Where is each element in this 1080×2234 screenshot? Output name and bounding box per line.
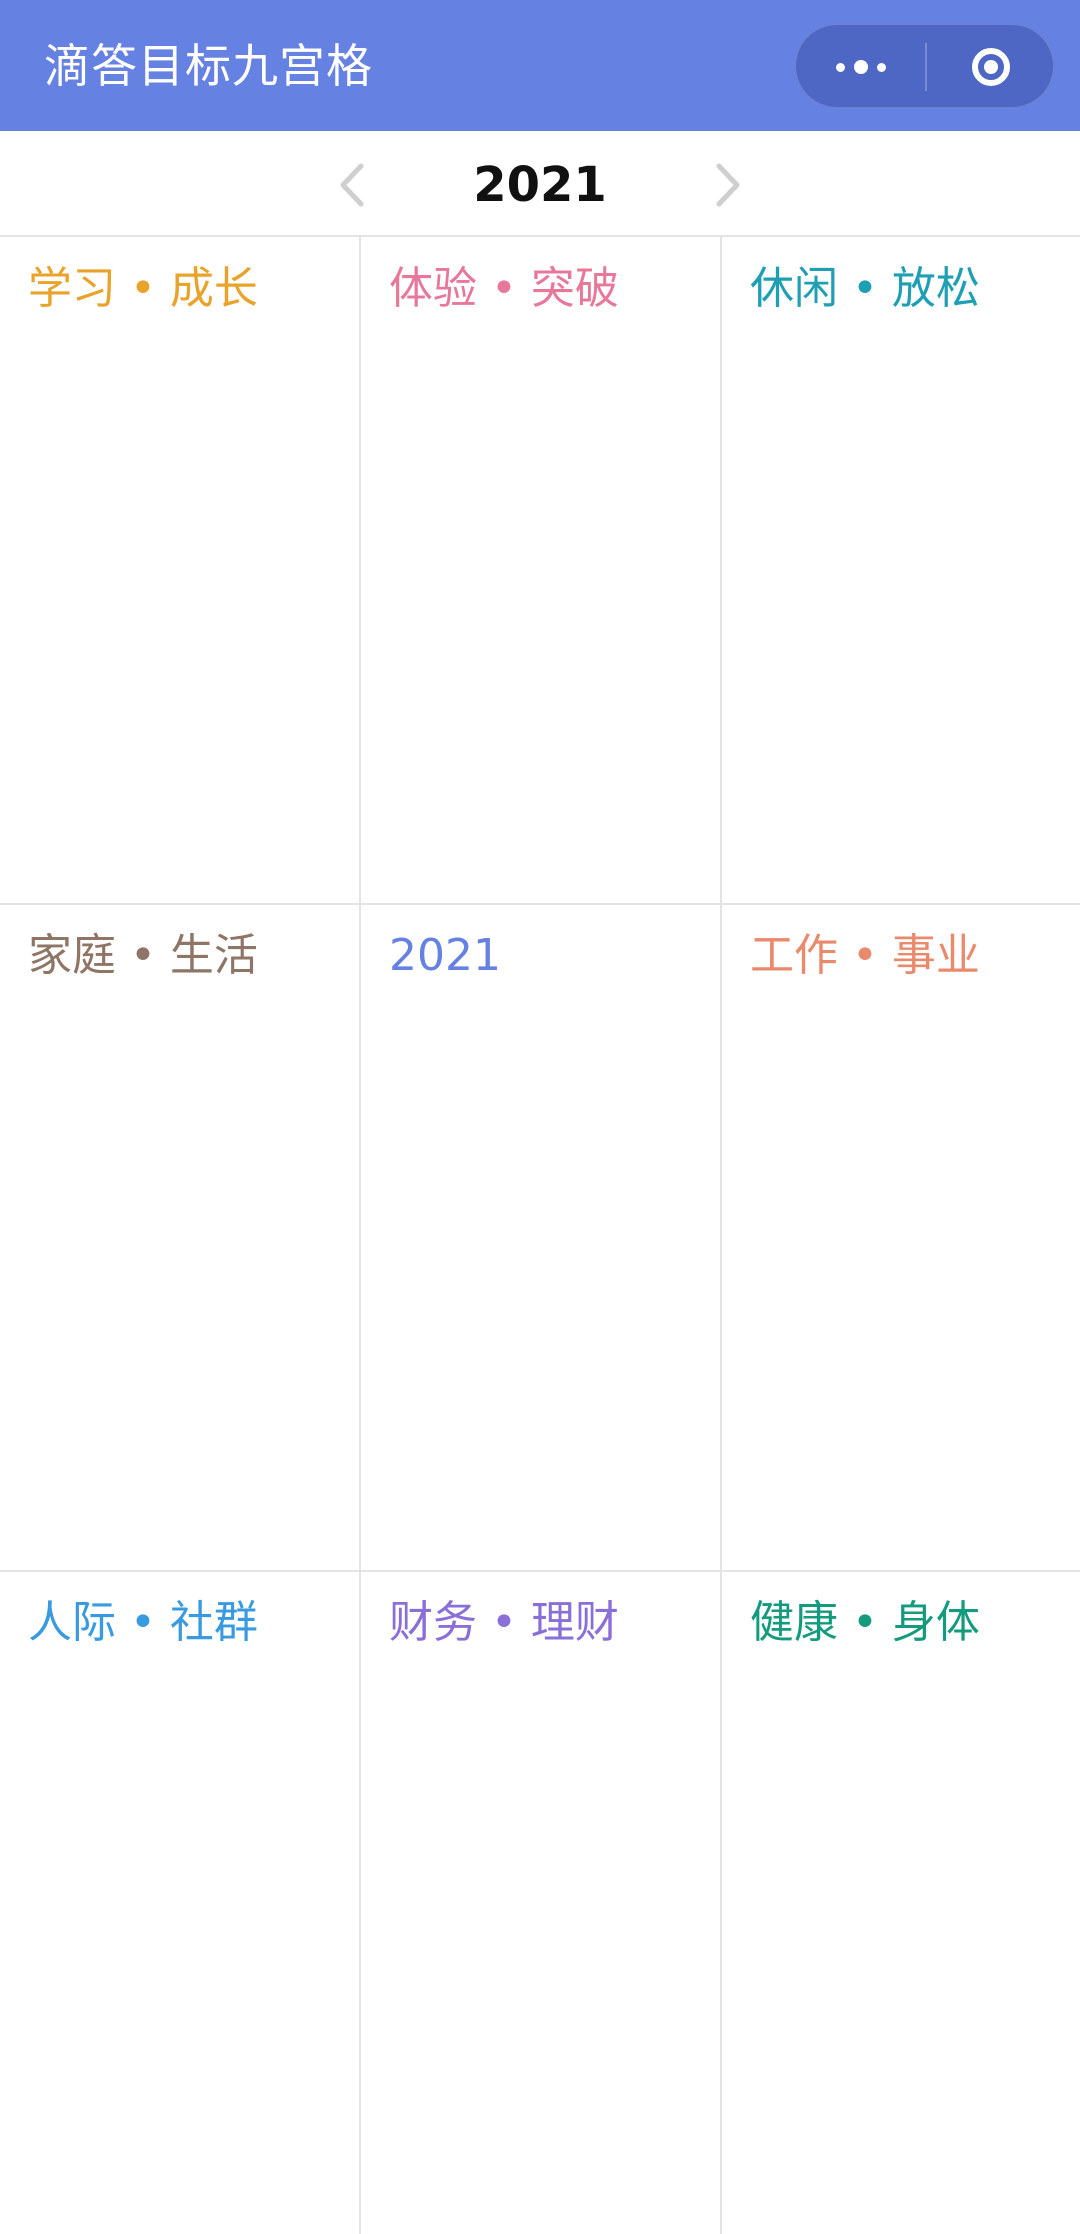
cell-title: 人际 • 社群	[28, 1597, 258, 1648]
more-dots-icon-end	[876, 62, 886, 72]
grid-cell-learning[interactable]: 学习 • 成长	[0, 237, 359, 904]
grid-divider-horizontal	[0, 1570, 1080, 1572]
grid-cell-family[interactable]: 家庭 • 生活	[0, 904, 359, 1571]
year-label: 2021	[473, 157, 607, 213]
grid-cell-leisure[interactable]: 休闲 • 放松	[722, 237, 1080, 904]
more-dots-icon-center	[853, 60, 868, 74]
app-page: 滴答目标九宫格 2021 学习 • 成长 体验 • 突破 休闲 • 放松 家庭 …	[0, 0, 1080, 2234]
grid-cell-center-year[interactable]: 2021	[361, 904, 720, 1571]
cell-title: 健康 • 身体	[750, 1597, 980, 1648]
year-selector: 2021	[0, 131, 1080, 237]
grid-divider-vertical	[359, 237, 361, 2234]
grid-cell-finance[interactable]: 财务 • 理财	[361, 1571, 720, 2234]
cell-title: 家庭 • 生活	[28, 930, 258, 981]
grid-cell-social[interactable]: 人际 • 社群	[0, 1571, 359, 2234]
target-ring-icon	[972, 48, 1010, 86]
grid-cell-health[interactable]: 健康 • 身体	[722, 1571, 1080, 2234]
next-year-button[interactable]	[698, 155, 758, 215]
close-button[interactable]	[927, 25, 1055, 109]
mini-program-capsule	[795, 24, 1054, 108]
nav-bar: 滴答目标九宫格	[0, 0, 1080, 131]
cell-title: 2021	[389, 930, 501, 981]
more-dots-icon	[835, 62, 845, 72]
grid-divider-horizontal	[0, 903, 1080, 905]
cell-title: 休闲 • 放松	[750, 263, 980, 314]
cell-title: 体验 • 突破	[389, 263, 619, 314]
cell-title: 学习 • 成长	[28, 263, 258, 314]
chevron-right-icon	[716, 163, 740, 207]
chevron-left-icon	[340, 163, 364, 207]
grid-cell-career[interactable]: 工作 • 事业	[722, 904, 1080, 1571]
grid-divider-vertical	[720, 237, 722, 2234]
target-ring-core	[984, 60, 998, 74]
grid-cell-experience[interactable]: 体验 • 突破	[361, 237, 720, 904]
cell-title: 工作 • 事业	[750, 930, 980, 981]
goal-grid: 学习 • 成长 体验 • 突破 休闲 • 放松 家庭 • 生活 2021 工作 …	[0, 237, 1080, 2234]
app-title: 滴答目标九宫格	[44, 39, 373, 93]
prev-year-button[interactable]	[322, 155, 382, 215]
cell-title: 财务 • 理财	[389, 1597, 619, 1648]
more-button[interactable]	[796, 25, 925, 109]
